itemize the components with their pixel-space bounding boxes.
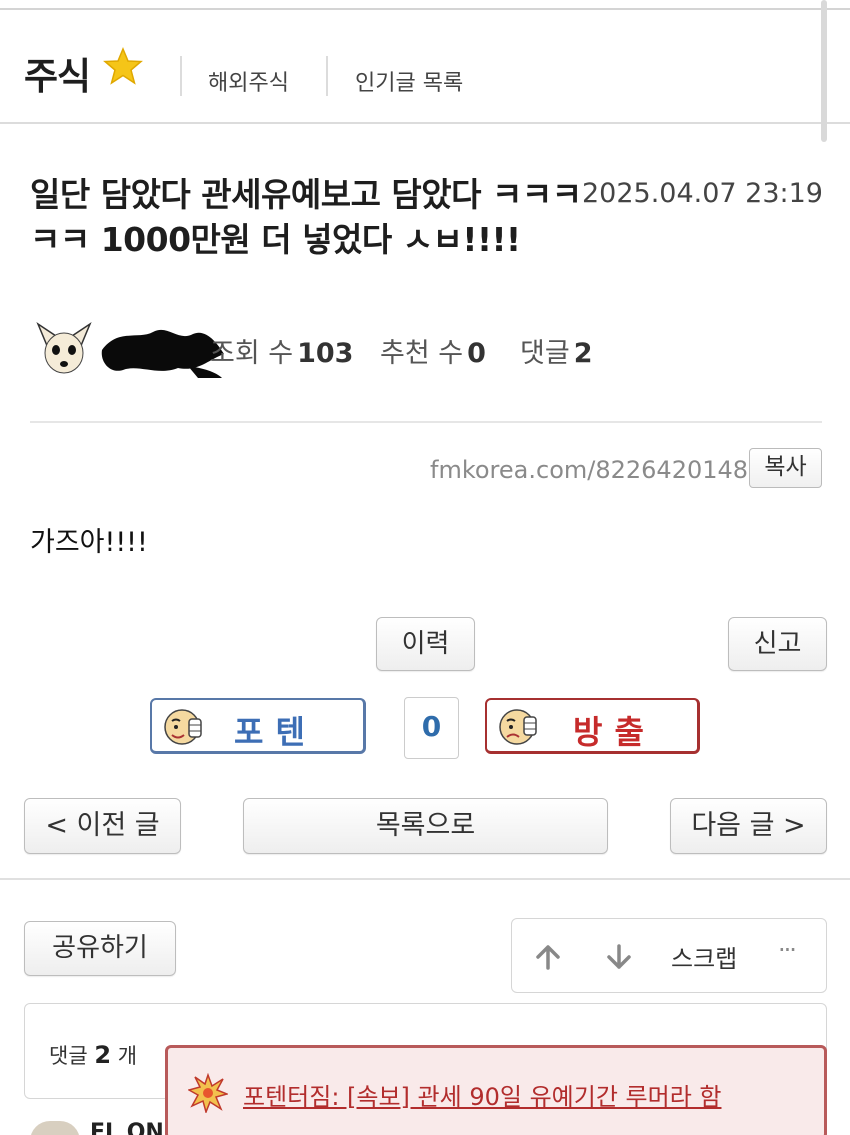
potent-notice-banner[interactable]: 포텐터짐: [속보] 관세 90일 유예기간 루머라 함 bbox=[165, 1045, 827, 1135]
redacted-nickname[interactable] bbox=[98, 320, 228, 380]
star-icon[interactable] bbox=[103, 46, 143, 86]
comment-count: 댓글 2 bbox=[520, 331, 592, 370]
scrap-button[interactable]: 스크랩 bbox=[671, 939, 737, 974]
more-icon[interactable]: ··· bbox=[778, 936, 797, 964]
link-popular-list[interactable]: 인기글 목록 bbox=[355, 65, 463, 97]
recommend-count-label: 추천 수 bbox=[380, 338, 464, 369]
comment-count-value: 2 bbox=[573, 338, 593, 369]
comment-author: EL ON bbox=[90, 1120, 164, 1135]
post-url[interactable]: fmkorea.com/8226420148 bbox=[430, 456, 748, 484]
arrow-down-icon[interactable] bbox=[605, 943, 633, 971]
view-count-label: 조회 수 bbox=[210, 338, 294, 369]
copy-url-button[interactable]: 복사 bbox=[749, 448, 822, 488]
comments-suffix: 개 bbox=[117, 1044, 138, 1068]
history-button[interactable]: 이력 bbox=[376, 617, 475, 671]
header-separator bbox=[326, 56, 328, 96]
next-post-button[interactable]: 다음 글 > bbox=[670, 798, 827, 854]
notice-link[interactable]: 포텐터짐: [속보] 관세 90일 유예기간 루머라 함 bbox=[243, 1077, 721, 1112]
comments-count: 2 bbox=[94, 1041, 112, 1069]
vote-down-label: 방출 bbox=[573, 713, 656, 751]
divider bbox=[30, 421, 822, 423]
vote-up-button[interactable]: 포텐 bbox=[150, 698, 366, 754]
scrollbar[interactable] bbox=[821, 0, 827, 142]
arrow-up-icon[interactable] bbox=[534, 943, 562, 971]
recommend-count: 추천 수0 bbox=[380, 331, 486, 370]
share-button[interactable]: 공유하기 bbox=[24, 921, 176, 976]
author-row: 조회 수 103 추천 수0 댓글 2 bbox=[30, 318, 830, 382]
avatar bbox=[30, 1121, 80, 1135]
report-button[interactable]: 신고 bbox=[728, 617, 827, 671]
comment-count-label: 댓글 bbox=[520, 338, 570, 369]
recommend-count-value: 0 bbox=[467, 338, 486, 369]
burst-icon bbox=[188, 1073, 228, 1113]
vote-down-button[interactable]: 방출 bbox=[485, 698, 700, 754]
divider bbox=[0, 878, 850, 880]
back-to-list-button[interactable]: 목록으로 bbox=[243, 798, 608, 854]
comments-prefix: 댓글 bbox=[49, 1044, 88, 1068]
vote-count: 0 bbox=[404, 697, 459, 759]
board-header: 주식 해외주식 인기글 목록 bbox=[0, 10, 850, 124]
smiley-thumbs-down-icon bbox=[499, 709, 537, 745]
view-count-value: 103 bbox=[297, 338, 354, 369]
link-overseas-stocks[interactable]: 해외주식 bbox=[208, 65, 289, 97]
prev-post-button[interactable]: < 이전 글 bbox=[24, 798, 181, 854]
post-date: 2025.04.07 23:19 bbox=[582, 178, 823, 209]
smiley-thumbs-up-icon bbox=[164, 709, 202, 745]
header-separator bbox=[180, 56, 182, 96]
comments-count-label: 댓글 2 개 bbox=[49, 1040, 137, 1070]
post-toolbar: 스크랩 ··· bbox=[511, 918, 827, 993]
avatar-dog[interactable] bbox=[34, 320, 94, 378]
post-title: 일단 담았다 관세유예보고 담았다 ㅋㅋㅋㅋㅋ 1000만원 더 넣었다 ㅅㅂ!… bbox=[30, 175, 582, 259]
vote-up-label: 포텐 bbox=[234, 713, 317, 751]
view-count: 조회 수 103 bbox=[210, 331, 353, 370]
post-content: 가즈아!!!! bbox=[30, 527, 148, 558]
board-title[interactable]: 주식 bbox=[24, 46, 91, 100]
